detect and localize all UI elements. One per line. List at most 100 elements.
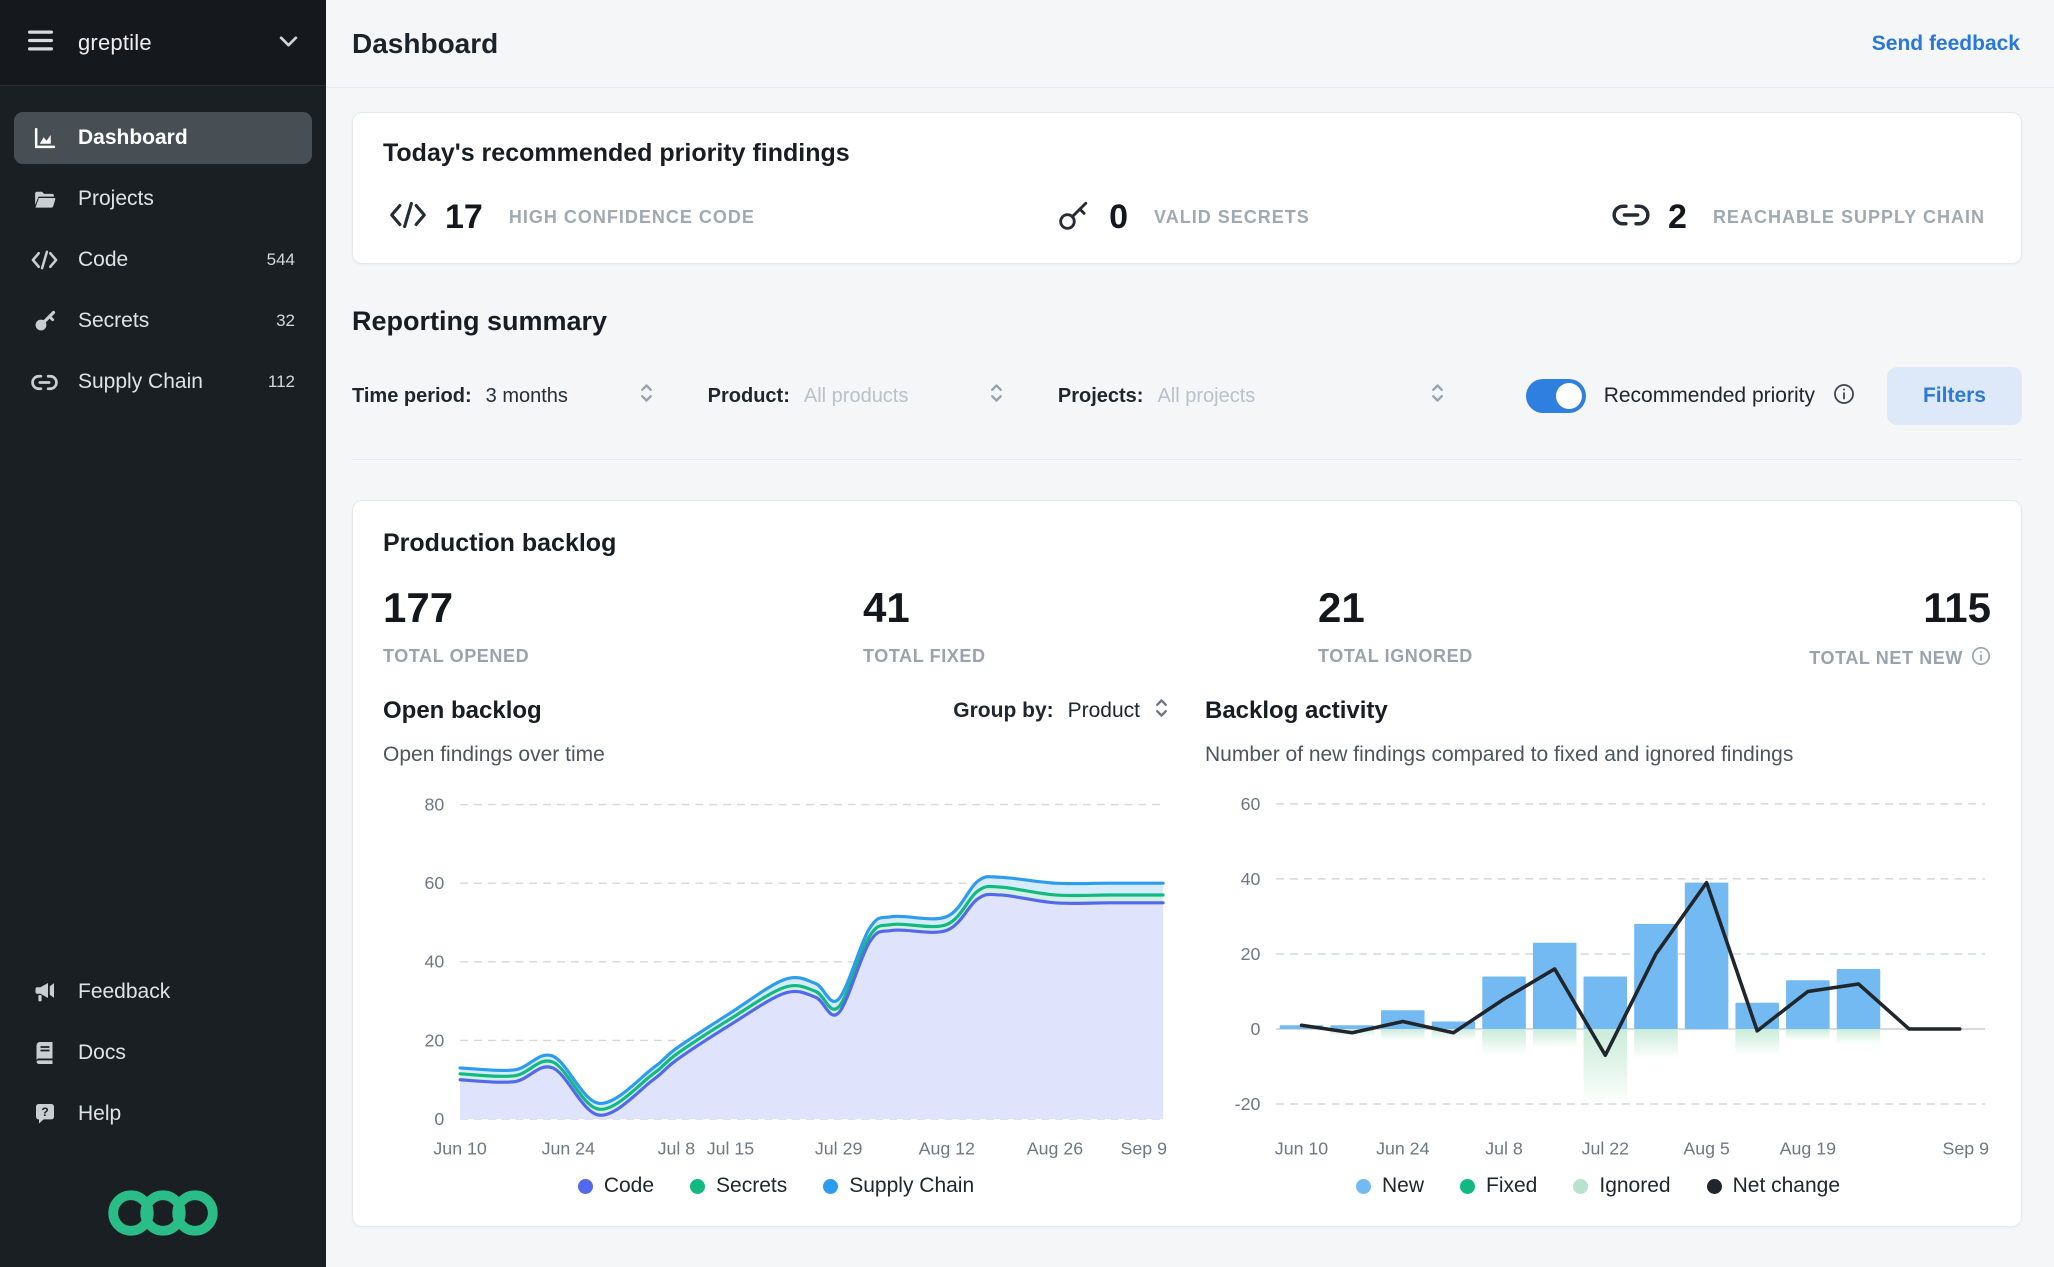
folder-open-icon bbox=[31, 187, 58, 212]
recommended-priority-toggle[interactable] bbox=[1525, 379, 1586, 413]
help-bubble-icon: ? bbox=[31, 1102, 58, 1126]
sidebar-item-docs[interactable]: Docs bbox=[14, 1027, 312, 1079]
chain-link-icon bbox=[1612, 203, 1650, 232]
priority-stats-row: 17 HIGH CONFIDENCE CODE 0 VALID SECRETS … bbox=[383, 198, 1991, 237]
chain-link-icon bbox=[31, 374, 58, 391]
svg-text:Aug 26: Aug 26 bbox=[1027, 1139, 1083, 1159]
group-by-select[interactable]: Group by: Product bbox=[953, 697, 1169, 725]
page-header: Dashboard Send feedback bbox=[326, 0, 2054, 88]
content: Today's recommended priority findings 17… bbox=[326, 88, 2054, 1241]
backlog-activity-title: Backlog activity bbox=[1205, 697, 1388, 724]
svg-text:Sep 9: Sep 9 bbox=[1121, 1139, 1168, 1159]
info-icon[interactable] bbox=[1833, 383, 1855, 410]
brand-name: greptile bbox=[78, 29, 152, 55]
legend-item[interactable]: Ignored bbox=[1573, 1174, 1671, 1198]
sidebar-item-projects[interactable]: Projects bbox=[14, 173, 312, 225]
sidebar-item-dashboard[interactable]: Dashboard bbox=[14, 112, 312, 164]
legend-dot bbox=[1460, 1178, 1475, 1194]
stat-valid-secrets[interactable]: 0 VALID SECRETS bbox=[1057, 198, 1310, 237]
product-label: Product: bbox=[707, 384, 790, 407]
stat-label: TOTAL FIXED bbox=[863, 646, 986, 666]
greptile-logo bbox=[14, 1189, 312, 1237]
time-period-label: Time period: bbox=[352, 384, 472, 407]
svg-text:-20: -20 bbox=[1235, 1094, 1261, 1114]
select-chevrons-icon bbox=[639, 382, 654, 410]
recommended-priority-label: Recommended priority bbox=[1603, 384, 1815, 407]
priority-card-title: Today's recommended priority findings bbox=[383, 139, 850, 167]
stat-value: 17 bbox=[445, 198, 483, 236]
stat-value: 41 bbox=[863, 584, 910, 631]
legend-item[interactable]: Secrets bbox=[690, 1174, 787, 1198]
stat-label: TOTAL NET NEW bbox=[1809, 646, 1991, 671]
projects-select[interactable]: All projects bbox=[1157, 382, 1445, 410]
stat-high-confidence-code[interactable]: 17 HIGH CONFIDENCE CODE bbox=[389, 198, 755, 237]
sidebar-item-secrets[interactable]: Secrets 32 bbox=[14, 295, 312, 347]
key-icon bbox=[1057, 198, 1091, 237]
stat-label: TOTAL IGNORED bbox=[1318, 646, 1473, 666]
page-title: Dashboard bbox=[352, 27, 499, 59]
stat-total-opened: 177 TOTAL OPENED bbox=[383, 584, 863, 671]
priority-findings-card: Today's recommended priority findings 17… bbox=[352, 112, 2022, 264]
svg-text:Jul 29: Jul 29 bbox=[815, 1139, 863, 1159]
time-period-select[interactable]: 3 months bbox=[486, 382, 654, 410]
sidebar-item-help[interactable]: ? Help bbox=[14, 1088, 312, 1140]
product-select[interactable]: All products bbox=[804, 382, 1004, 410]
select-chevrons-icon bbox=[989, 382, 1004, 410]
filters-button[interactable]: Filters bbox=[1886, 367, 2022, 425]
stat-value: 21 bbox=[1318, 584, 1365, 631]
legend-item[interactable]: Code bbox=[577, 1174, 654, 1198]
send-feedback-link[interactable]: Send feedback bbox=[1872, 32, 2020, 56]
legend-item[interactable]: Supply Chain bbox=[823, 1174, 974, 1198]
info-icon[interactable] bbox=[1971, 646, 1991, 671]
hamburger-menu-icon[interactable] bbox=[28, 29, 56, 57]
legend-label: Supply Chain bbox=[849, 1174, 975, 1198]
svg-text:Aug 19: Aug 19 bbox=[1780, 1139, 1836, 1159]
code-icon bbox=[389, 201, 427, 234]
production-backlog-card: Production backlog 177 TOTAL OPENED 41 T… bbox=[352, 500, 2022, 1228]
svg-text:Jun 24: Jun 24 bbox=[1376, 1139, 1429, 1159]
sidebar-item-label: Dashboard bbox=[78, 126, 188, 149]
svg-text:Jun 24: Jun 24 bbox=[542, 1139, 595, 1159]
stat-reachable-supply-chain[interactable]: 2 REACHABLE SUPPLY CHAIN bbox=[1612, 198, 1985, 237]
legend-dot bbox=[1573, 1178, 1589, 1194]
svg-text:Jun 10: Jun 10 bbox=[433, 1139, 486, 1159]
stat-label: VALID SECRETS bbox=[1154, 207, 1310, 227]
workspace-switcher[interactable]: greptile bbox=[0, 0, 326, 86]
legend-item[interactable]: Fixed bbox=[1460, 1174, 1537, 1198]
open-backlog-title: Open backlog bbox=[383, 697, 542, 724]
stat-total-fixed: 41 TOTAL FIXED bbox=[863, 584, 1318, 671]
stat-label: REACHABLE SUPPLY CHAIN bbox=[1712, 207, 1985, 227]
svg-text:Jul 8: Jul 8 bbox=[658, 1139, 696, 1159]
sidebar-item-code[interactable]: Code 544 bbox=[14, 234, 312, 286]
open-backlog-section: Open backlog Group by: Product Open find… bbox=[383, 697, 1169, 1198]
svg-text:Aug 12: Aug 12 bbox=[919, 1139, 975, 1159]
legend-label: New bbox=[1381, 1174, 1424, 1198]
backlog-stats-row: 177 TOTAL OPENED 41 TOTAL FIXED 21 TOTAL… bbox=[383, 584, 1991, 671]
sidebar-item-feedback[interactable]: Feedback bbox=[14, 966, 312, 1018]
projects-filter: Projects: All projects bbox=[1058, 382, 1446, 410]
backlog-card-title: Production backlog bbox=[383, 529, 617, 557]
svg-text:80: 80 bbox=[425, 794, 445, 814]
stat-value: 115 bbox=[1923, 584, 1991, 631]
open-backlog-subtitle: Open findings over time bbox=[383, 743, 605, 766]
svg-text:?: ? bbox=[41, 1105, 48, 1119]
svg-text:Sep 9: Sep 9 bbox=[1943, 1139, 1990, 1159]
svg-text:20: 20 bbox=[425, 1030, 445, 1050]
priority-toggle-cluster: Recommended priority Filters bbox=[1525, 367, 2022, 425]
key-icon bbox=[31, 309, 58, 333]
charts-row: Open backlog Group by: Product Open find… bbox=[383, 697, 1991, 1198]
sidebar: greptile Dashboard Projects Code 544 Sec… bbox=[0, 0, 326, 1267]
legend-dot bbox=[1706, 1178, 1722, 1194]
filter-row: Time period: 3 months Product: All produ… bbox=[352, 367, 2022, 460]
stat-label: HIGH CONFIDENCE CODE bbox=[508, 207, 755, 227]
legend-label: Secrets bbox=[716, 1174, 788, 1198]
select-chevrons-icon bbox=[1430, 382, 1445, 410]
open-backlog-chart: 0 20 40 60 80 Jun 10 Jun 24 Jul 8 Jul 15 Jul 29 Au… bbox=[383, 775, 1169, 1170]
sidebar-item-supply-chain[interactable]: Supply Chain 112 bbox=[14, 356, 312, 408]
stat-value: 2 bbox=[1668, 198, 1687, 236]
open-backlog-legend: Code Secrets Supply Chain bbox=[383, 1174, 1169, 1198]
sidebar-item-label: Secrets bbox=[78, 309, 150, 332]
code-icon bbox=[31, 250, 58, 270]
legend-item[interactable]: New bbox=[1355, 1174, 1424, 1198]
legend-item[interactable]: Net change bbox=[1706, 1174, 1840, 1198]
